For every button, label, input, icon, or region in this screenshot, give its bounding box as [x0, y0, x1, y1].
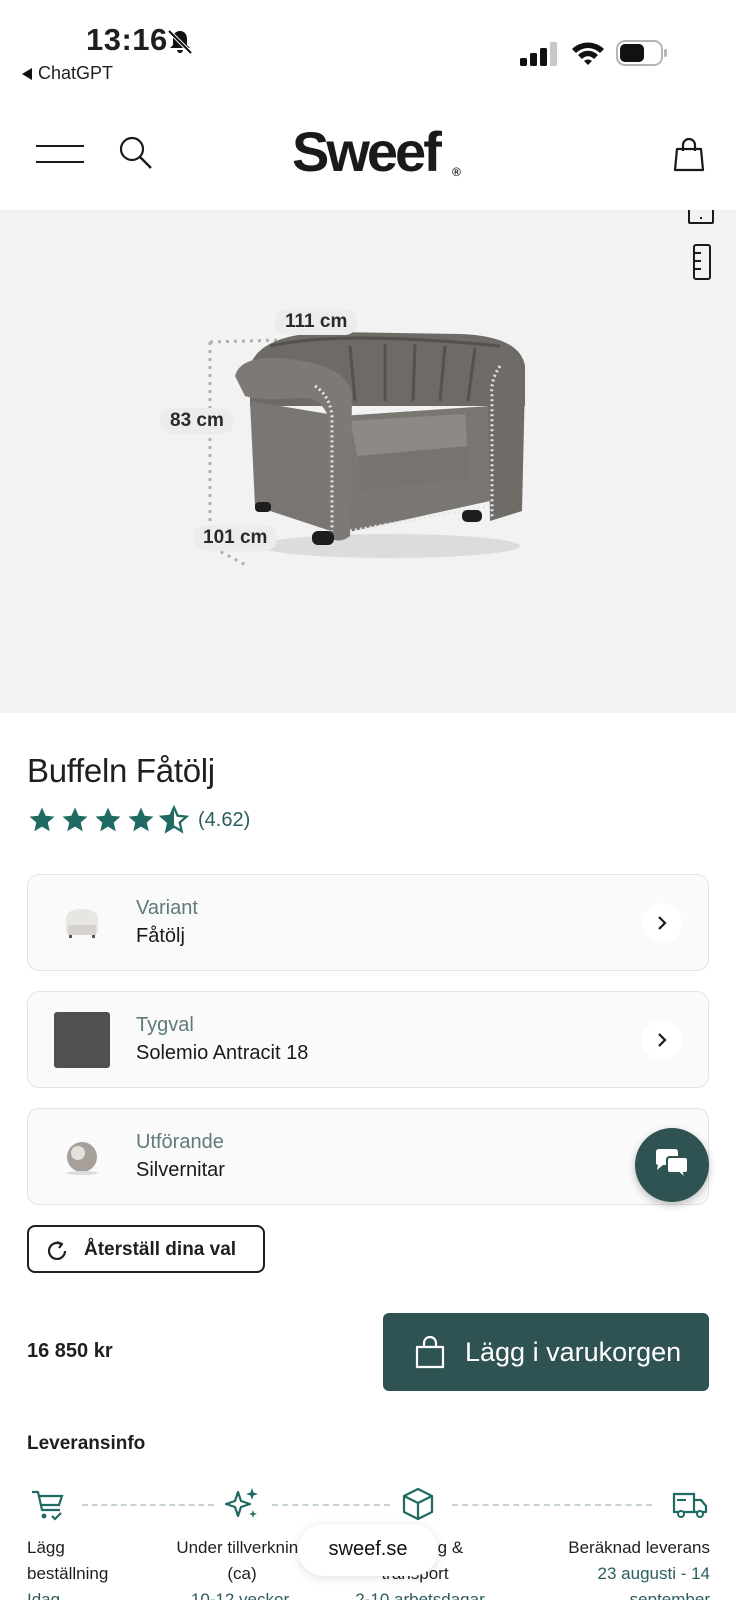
- shopping-bag-icon: [415, 1335, 445, 1369]
- refresh-icon: [47, 1240, 67, 1260]
- chat-button[interactable]: [635, 1128, 709, 1202]
- rating-value: (4.62): [198, 808, 251, 831]
- delivery-info-title: Leveransinfo: [27, 1433, 146, 1454]
- option-value: Silvernitar: [136, 1159, 225, 1181]
- height-dimension: 83 cm: [160, 408, 234, 434]
- option-label: Tygval: [136, 1014, 194, 1036]
- shopping-bag-icon[interactable]: [672, 137, 706, 173]
- registered-mark: ®: [452, 165, 461, 179]
- search-icon[interactable]: [118, 135, 154, 171]
- star-full-icon: [62, 807, 88, 832]
- add-to-cart-label: Lägg i varukorgen: [465, 1337, 682, 1367]
- bell-off-icon: [167, 29, 193, 55]
- delivery-step-divider: [452, 1504, 652, 1506]
- variant-thumbnail: [54, 895, 110, 951]
- fabric-swatch: [54, 1012, 110, 1068]
- menu-icon[interactable]: [36, 145, 84, 165]
- product-price: 16 850 kr: [27, 1340, 113, 1362]
- status-bar: 13:16 ChatGPT: [0, 0, 736, 95]
- star-full-icon: [128, 807, 154, 832]
- status-time: 13:16: [86, 22, 168, 57]
- chevron-right-icon[interactable]: [642, 903, 682, 943]
- browser-url-bar[interactable]: sweef.se: [298, 1524, 438, 1576]
- product-image[interactable]: 111 cm 83 cm 101 cm: [0, 210, 736, 713]
- option-value: Fåtölj: [136, 925, 185, 947]
- option-label: Variant: [136, 897, 198, 919]
- reset-label: Återställ dina val: [84, 1239, 237, 1260]
- cellular-signal-icon: [520, 42, 557, 66]
- ruler-icon[interactable]: [692, 244, 712, 280]
- back-arrow-icon: [22, 67, 32, 80]
- option-finish[interactable]: Utförande Silvernitar: [27, 1108, 709, 1205]
- delivery-step-divider: [272, 1504, 390, 1506]
- delivery-step-sub: 10-12 veckor: [190, 1590, 290, 1600]
- back-to-app[interactable]: ChatGPT: [22, 63, 113, 84]
- delivery-step-sub: Idag: [27, 1590, 61, 1600]
- cart-check-icon: [32, 1490, 64, 1521]
- star-half-icon: [159, 805, 189, 834]
- star-full-icon: [95, 807, 121, 832]
- add-to-cart-button[interactable]: Lägg i varukorgen: [383, 1313, 709, 1391]
- delivery-step-title: Under tillverkning (ca): [176, 1538, 308, 1583]
- delivery-step-title: Lägg beställning: [27, 1538, 109, 1583]
- sparkles-icon: [224, 1488, 258, 1518]
- delivery-step-sub: september: [629, 1590, 710, 1600]
- browser-url: sweef.se: [328, 1538, 408, 1560]
- wifi-icon: [572, 42, 604, 65]
- option-label: Utförande: [136, 1131, 224, 1153]
- back-app-label: ChatGPT: [38, 63, 114, 83]
- chevron-right-icon[interactable]: [642, 1020, 682, 1060]
- delivery-step-sub: 2-10 arbetsdagar: [355, 1590, 485, 1600]
- battery-icon: [616, 40, 667, 66]
- site-header: Sweef ®: [0, 95, 736, 210]
- box-icon: [402, 1487, 434, 1521]
- ar-view-icon[interactable]: [688, 210, 714, 224]
- delivery-step-divider: [82, 1504, 214, 1506]
- option-fabric[interactable]: Tygval Solemio Antracit 18: [27, 991, 709, 1088]
- delivery-step-title: Beräknad leverans 23 augusti - 14: [568, 1538, 710, 1583]
- depth-dimension: 101 cm: [193, 525, 278, 551]
- option-variant[interactable]: Variant Fåtölj: [27, 874, 709, 971]
- rating[interactable]: (4.62): [27, 805, 250, 835]
- sweef-logo[interactable]: Sweef: [292, 119, 442, 184]
- finish-thumbnail: [54, 1129, 110, 1185]
- option-value: Solemio Antracit 18: [136, 1042, 309, 1064]
- product-title: Buffeln Fåtölj: [27, 752, 215, 789]
- reset-choices-button[interactable]: Återställ dina val: [27, 1225, 265, 1273]
- truck-icon: [672, 1492, 708, 1518]
- chat-bubbles-icon: [656, 1149, 689, 1182]
- star-full-icon: [29, 807, 55, 832]
- width-dimension: 111 cm: [275, 309, 358, 335]
